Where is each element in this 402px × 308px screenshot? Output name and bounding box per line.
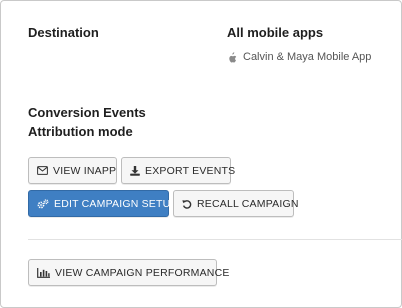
view-inapp-label: VIEW INAPP xyxy=(53,164,117,177)
destination-label: Destination xyxy=(28,25,99,40)
app-name: Calvin & Maya Mobile App xyxy=(243,51,372,63)
view-campaign-performance-button[interactable]: VIEW CAMPAIGN PERFORMANCE xyxy=(28,259,229,286)
attribution-mode-label: Attribution mode xyxy=(28,124,133,139)
bar-chart-icon xyxy=(37,267,50,278)
edit-campaign-setup-label: EDIT CAMPAIGN SETUP xyxy=(54,197,178,210)
apple-icon xyxy=(227,51,237,63)
download-icon xyxy=(130,165,140,176)
all-mobile-apps-heading: All mobile apps xyxy=(227,25,324,40)
export-events-button[interactable]: EXPORT EVENTS xyxy=(121,157,235,184)
export-events-label: EXPORT EVENTS xyxy=(145,164,236,177)
edit-campaign-setup-button[interactable]: EDIT CAMPAIGN SETUP xyxy=(28,190,177,217)
section-divider xyxy=(28,239,402,240)
view-campaign-performance-label: VIEW CAMPAIGN PERFORMANCE xyxy=(55,266,230,279)
campaign-details-panel: Destination All mobile apps Calvin & May… xyxy=(0,0,402,308)
undo-icon xyxy=(182,199,192,209)
envelope-icon xyxy=(37,166,48,175)
gears-icon xyxy=(37,198,49,209)
recall-campaign-label: RECALL CAMPAIGN xyxy=(197,197,299,210)
app-entry: Calvin & Maya Mobile App xyxy=(227,51,371,63)
view-inapp-button[interactable]: VIEW INAPP xyxy=(28,157,117,184)
conversion-events-label: Conversion Events xyxy=(28,105,146,120)
recall-campaign-button[interactable]: RECALL CAMPAIGN xyxy=(173,190,298,217)
